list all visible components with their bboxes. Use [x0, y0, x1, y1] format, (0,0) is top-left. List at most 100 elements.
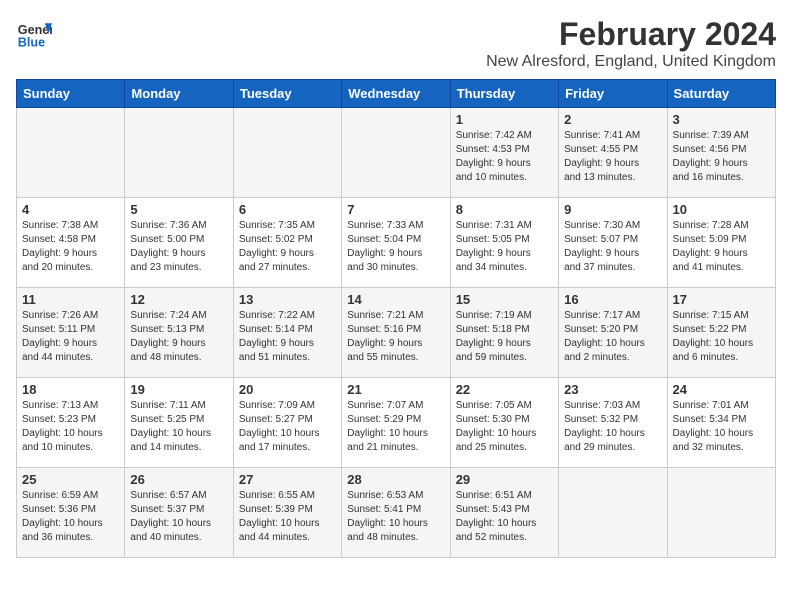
calendar-cell: 8Sunrise: 7:31 AM Sunset: 5:05 PM Daylig…	[450, 198, 558, 288]
day-header-sunday: Sunday	[17, 80, 125, 108]
calendar-table: SundayMondayTuesdayWednesdayThursdayFrid…	[16, 79, 776, 558]
day-number: 18	[22, 382, 119, 397]
day-number: 23	[564, 382, 661, 397]
calendar-cell	[233, 108, 341, 198]
calendar-cell: 12Sunrise: 7:24 AM Sunset: 5:13 PM Dayli…	[125, 288, 233, 378]
day-info: Sunrise: 7:09 AM Sunset: 5:27 PM Dayligh…	[239, 399, 336, 455]
day-info: Sunrise: 7:17 AM Sunset: 5:20 PM Dayligh…	[564, 309, 661, 365]
calendar-cell: 29 Sunrise: 6:51 AM Sunset: 5:43 PM Dayli…	[450, 468, 558, 558]
svg-text:Blue: Blue	[18, 36, 45, 50]
calendar-cell: 27 Sunrise: 6:55 AM Sunset: 5:39 PM Dayli…	[233, 468, 341, 558]
calendar-cell: 10 Sunrise: 7:28 AM Sunset: 5:09 PM Dayli…	[667, 198, 775, 288]
day-number: 20	[239, 382, 336, 397]
day-info: Sunrise: 7:13 AM Sunset: 5:23 PM Dayligh…	[22, 399, 119, 455]
calendar-cell: 9 Sunrise: 7:30 AM Sunset: 5:07 PM Daylig…	[559, 198, 667, 288]
month-year-title: February 2024	[486, 16, 776, 53]
calendar-cell: 1 Sunrise: 7:42 AM Sunset: 4:53 PM Daylig…	[450, 108, 558, 198]
calendar-cell: 22Sunrise: 7:05 AM Sunset: 5:30 PM Dayli…	[450, 378, 558, 468]
day-number: 14	[347, 292, 444, 307]
calendar-cell	[342, 108, 450, 198]
day-info: Sunrise: 7:05 AM Sunset: 5:30 PM Dayligh…	[456, 399, 553, 455]
calendar-cell	[17, 108, 125, 198]
day-number: 24	[673, 382, 770, 397]
day-number: 13	[239, 292, 336, 307]
day-number: 6	[239, 202, 336, 217]
calendar-cell	[667, 468, 775, 558]
day-number: 28	[347, 472, 444, 487]
day-info: Sunrise: 7:03 AM Sunset: 5:32 PM Dayligh…	[564, 399, 661, 455]
day-number: 15	[456, 292, 553, 307]
calendar-cell: 6Sunrise: 7:35 AM Sunset: 5:02 PM Daylig…	[233, 198, 341, 288]
calendar-week-5: 25 Sunrise: 6:59 AM Sunset: 5:36 PM Dayli…	[17, 468, 776, 558]
day-number: 7	[347, 202, 444, 217]
calendar-cell: 3 Sunrise: 7:39 AM Sunset: 4:56 PM Daylig…	[667, 108, 775, 198]
day-number: 5	[130, 202, 227, 217]
day-info: Sunrise: 7:26 AM Sunset: 5:11 PM Dayligh…	[22, 309, 119, 365]
logo: General Blue	[16, 16, 52, 52]
day-header-friday: Friday	[559, 80, 667, 108]
calendar-cell: 13 Sunrise: 7:22 AM Sunset: 5:14 PM Dayli…	[233, 288, 341, 378]
location-subtitle: New Alresford, England, United Kingdom	[486, 53, 776, 71]
day-number: 26	[130, 472, 227, 487]
day-info: Sunrise: 7:39 AM Sunset: 4:56 PM Dayligh…	[673, 129, 770, 185]
day-header-monday: Monday	[125, 80, 233, 108]
day-number: 11	[22, 292, 119, 307]
day-info: Sunrise: 7:19 AM Sunset: 5:18 PM Dayligh…	[456, 309, 553, 365]
day-info: Sunrise: 7:31 AM Sunset: 5:05 PM Dayligh…	[456, 219, 553, 275]
day-info: Sunrise: 7:28 AM Sunset: 5:09 PM Dayligh…	[673, 219, 770, 275]
calendar-cell: 4Sunrise: 7:38 AM Sunset: 4:58 PM Daylig…	[17, 198, 125, 288]
day-number: 16	[564, 292, 661, 307]
day-header-saturday: Saturday	[667, 80, 775, 108]
title-area: February 2024 New Alresford, England, Un…	[486, 16, 776, 71]
day-number: 1	[456, 112, 553, 127]
day-info: Sunrise: 6:53 AM Sunset: 5:41 PM Dayligh…	[347, 489, 444, 545]
day-number: 27	[239, 472, 336, 487]
calendar-cell: 16 Sunrise: 7:17 AM Sunset: 5:20 PM Dayli…	[559, 288, 667, 378]
day-info: Sunrise: 7:36 AM Sunset: 5:00 PM Dayligh…	[130, 219, 227, 275]
day-info: Sunrise: 7:21 AM Sunset: 5:16 PM Dayligh…	[347, 309, 444, 365]
day-info: Sunrise: 6:59 AM Sunset: 5:36 PM Dayligh…	[22, 489, 119, 545]
day-info: Sunrise: 7:42 AM Sunset: 4:53 PM Dayligh…	[456, 129, 553, 185]
calendar-cell: 2Sunrise: 7:41 AM Sunset: 4:55 PM Daylig…	[559, 108, 667, 198]
calendar-cell: 24Sunrise: 7:01 AM Sunset: 5:34 PM Dayli…	[667, 378, 775, 468]
day-info: Sunrise: 7:22 AM Sunset: 5:14 PM Dayligh…	[239, 309, 336, 365]
day-info: Sunrise: 7:41 AM Sunset: 4:55 PM Dayligh…	[564, 129, 661, 185]
calendar-cell	[125, 108, 233, 198]
day-info: Sunrise: 7:07 AM Sunset: 5:29 PM Dayligh…	[347, 399, 444, 455]
calendar-cell: 25 Sunrise: 6:59 AM Sunset: 5:36 PM Dayli…	[17, 468, 125, 558]
calendar-cell: 11 Sunrise: 7:26 AM Sunset: 5:11 PM Dayli…	[17, 288, 125, 378]
day-number: 17	[673, 292, 770, 307]
day-number: 29	[456, 472, 553, 487]
day-number: 9	[564, 202, 661, 217]
calendar-cell	[559, 468, 667, 558]
day-number: 3	[673, 112, 770, 127]
calendar-cell: 21 Sunrise: 7:07 AM Sunset: 5:29 PM Dayli…	[342, 378, 450, 468]
calendar-body: 1 Sunrise: 7:42 AM Sunset: 4:53 PM Daylig…	[17, 108, 776, 558]
calendar-cell: 26 Sunrise: 6:57 AM Sunset: 5:37 PM Dayli…	[125, 468, 233, 558]
calendar-week-4: 18 Sunrise: 7:13 AM Sunset: 5:23 PM Dayli…	[17, 378, 776, 468]
calendar-cell: 20 Sunrise: 7:09 AM Sunset: 5:27 PM Dayli…	[233, 378, 341, 468]
calendar-cell: 7 Sunrise: 7:33 AM Sunset: 5:04 PM Daylig…	[342, 198, 450, 288]
day-header-wednesday: Wednesday	[342, 80, 450, 108]
day-number: 21	[347, 382, 444, 397]
calendar-cell: 17 Sunrise: 7:15 AM Sunset: 5:22 PM Dayli…	[667, 288, 775, 378]
calendar-cell: 19Sunrise: 7:11 AM Sunset: 5:25 PM Dayli…	[125, 378, 233, 468]
calendar-cell: 15 Sunrise: 7:19 AM Sunset: 5:18 PM Dayli…	[450, 288, 558, 378]
calendar-cell: 5 Sunrise: 7:36 AM Sunset: 5:00 PM Daylig…	[125, 198, 233, 288]
calendar-week-1: 1 Sunrise: 7:42 AM Sunset: 4:53 PM Daylig…	[17, 108, 776, 198]
day-info: Sunrise: 6:57 AM Sunset: 5:37 PM Dayligh…	[130, 489, 227, 545]
day-info: Sunrise: 6:55 AM Sunset: 5:39 PM Dayligh…	[239, 489, 336, 545]
day-number: 12	[130, 292, 227, 307]
day-info: Sunrise: 6:51 AM Sunset: 5:43 PM Dayligh…	[456, 489, 553, 545]
day-info: Sunrise: 7:30 AM Sunset: 5:07 PM Dayligh…	[564, 219, 661, 275]
day-number: 25	[22, 472, 119, 487]
day-header-thursday: Thursday	[450, 80, 558, 108]
calendar-header-row: SundayMondayTuesdayWednesdayThursdayFrid…	[17, 80, 776, 108]
calendar-cell: 18 Sunrise: 7:13 AM Sunset: 5:23 PM Dayli…	[17, 378, 125, 468]
day-info: Sunrise: 7:33 AM Sunset: 5:04 PM Dayligh…	[347, 219, 444, 275]
day-number: 4	[22, 202, 119, 217]
calendar-week-3: 11 Sunrise: 7:26 AM Sunset: 5:11 PM Dayli…	[17, 288, 776, 378]
day-info: Sunrise: 7:15 AM Sunset: 5:22 PM Dayligh…	[673, 309, 770, 365]
calendar-cell: 23 Sunrise: 7:03 AM Sunset: 5:32 PM Dayli…	[559, 378, 667, 468]
day-number: 10	[673, 202, 770, 217]
